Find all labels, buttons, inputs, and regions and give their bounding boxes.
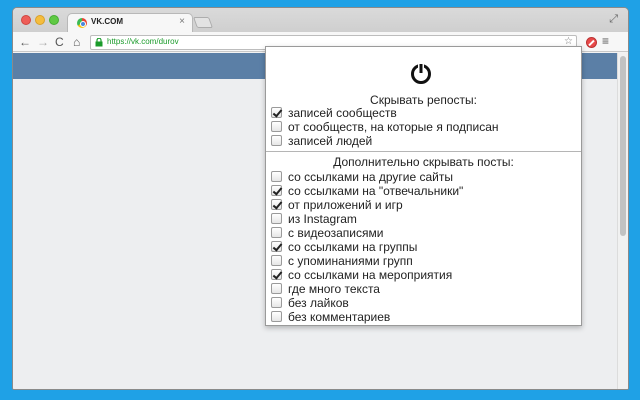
new-tab-button[interactable] [192, 17, 214, 28]
checkbox[interactable] [271, 199, 282, 210]
checkbox[interactable] [271, 297, 282, 308]
option-label: с упоминаниями групп [288, 254, 413, 268]
checkbox[interactable] [271, 107, 282, 118]
checkbox[interactable] [271, 311, 282, 322]
option-much-text[interactable]: где много текста [271, 282, 380, 296]
option-group-mentions[interactable]: с упоминаниями групп [271, 254, 413, 268]
checkbox[interactable] [271, 171, 282, 182]
zoom-window-button[interactable] [49, 15, 59, 25]
checkbox[interactable] [271, 283, 282, 294]
option-label: с видеозаписями [288, 226, 384, 240]
option-instagram[interactable]: из Instagram [271, 212, 357, 226]
option-label: без комментариев [288, 310, 391, 324]
scrollbar-thumb[interactable] [620, 56, 626, 236]
scrollbar[interactable] [617, 53, 628, 389]
power-icon[interactable] [409, 61, 433, 85]
option-repost-subscribed[interactable]: от сообществ, на которые я подписан [271, 120, 499, 134]
option-apps-games[interactable]: от приложений и игр [271, 198, 403, 212]
extension-icon[interactable] [586, 37, 597, 48]
option-label: от приложений и игр [288, 198, 403, 212]
option-videos[interactable]: с видеозаписями [271, 226, 383, 240]
option-links-answerers[interactable]: со ссылками на "отвечальники" [271, 184, 463, 198]
minimize-window-button[interactable] [35, 15, 45, 25]
option-repost-people[interactable]: записей людей [271, 134, 372, 148]
chrome-favicon-icon [77, 18, 87, 28]
option-label: где много текста [288, 282, 380, 296]
home-button[interactable]: ⌂ [73, 34, 80, 50]
option-no-comments[interactable]: без комментариев [271, 310, 390, 324]
checkbox[interactable] [271, 269, 282, 280]
checkbox[interactable] [271, 185, 282, 196]
option-label: записей людей [288, 134, 373, 148]
checkbox[interactable] [271, 121, 282, 132]
option-label: со ссылками на группы [288, 240, 418, 254]
lock-icon [95, 38, 103, 47]
fullscreen-icon[interactable]: ⤢ [609, 13, 618, 26]
divider [266, 151, 581, 152]
reload-button[interactable]: C [55, 34, 64, 50]
checkbox[interactable] [271, 255, 282, 266]
option-label: без лайков [288, 296, 349, 310]
tab-vk[interactable]: VK.COM × [67, 13, 193, 32]
tab-strip: VK.COM × ⤢ [13, 8, 628, 32]
menu-icon[interactable]: ≡ [602, 34, 609, 48]
option-label: записей сообществ [288, 106, 397, 120]
option-links-other-sites[interactable]: со ссылками на другие сайты [271, 170, 453, 184]
option-repost-communities[interactable]: записей сообществ [271, 106, 397, 120]
option-links-groups[interactable]: со ссылками на группы [271, 240, 417, 254]
option-label: из Instagram [288, 212, 357, 226]
option-no-likes[interactable]: без лайков [271, 296, 349, 310]
url-text: https://vk.com/durov [107, 37, 179, 46]
option-label: от сообществ, на которые я подписан [288, 120, 499, 134]
back-button[interactable]: ← [19, 34, 31, 50]
tab-title: VK.COM [91, 17, 123, 26]
option-label: со ссылками на мероприятия [288, 268, 453, 282]
section-title-extra: Дополнительно скрывать посты: [333, 155, 514, 169]
forward-button[interactable]: → [37, 34, 49, 50]
option-label: со ссылками на "отвечальники" [288, 184, 464, 198]
checkbox[interactable] [271, 241, 282, 252]
close-window-button[interactable] [21, 15, 31, 25]
section-title-reposts: Скрывать репосты: [370, 93, 477, 107]
extension-popup: Скрывать репосты: записей сообществ от с… [265, 46, 582, 326]
checkbox[interactable] [271, 227, 282, 238]
checkbox[interactable] [271, 213, 282, 224]
option-links-events[interactable]: со ссылками на мероприятия [271, 268, 452, 282]
tab-close-icon[interactable]: × [179, 16, 185, 27]
checkbox[interactable] [271, 135, 282, 146]
option-label: со ссылками на другие сайты [288, 170, 454, 184]
